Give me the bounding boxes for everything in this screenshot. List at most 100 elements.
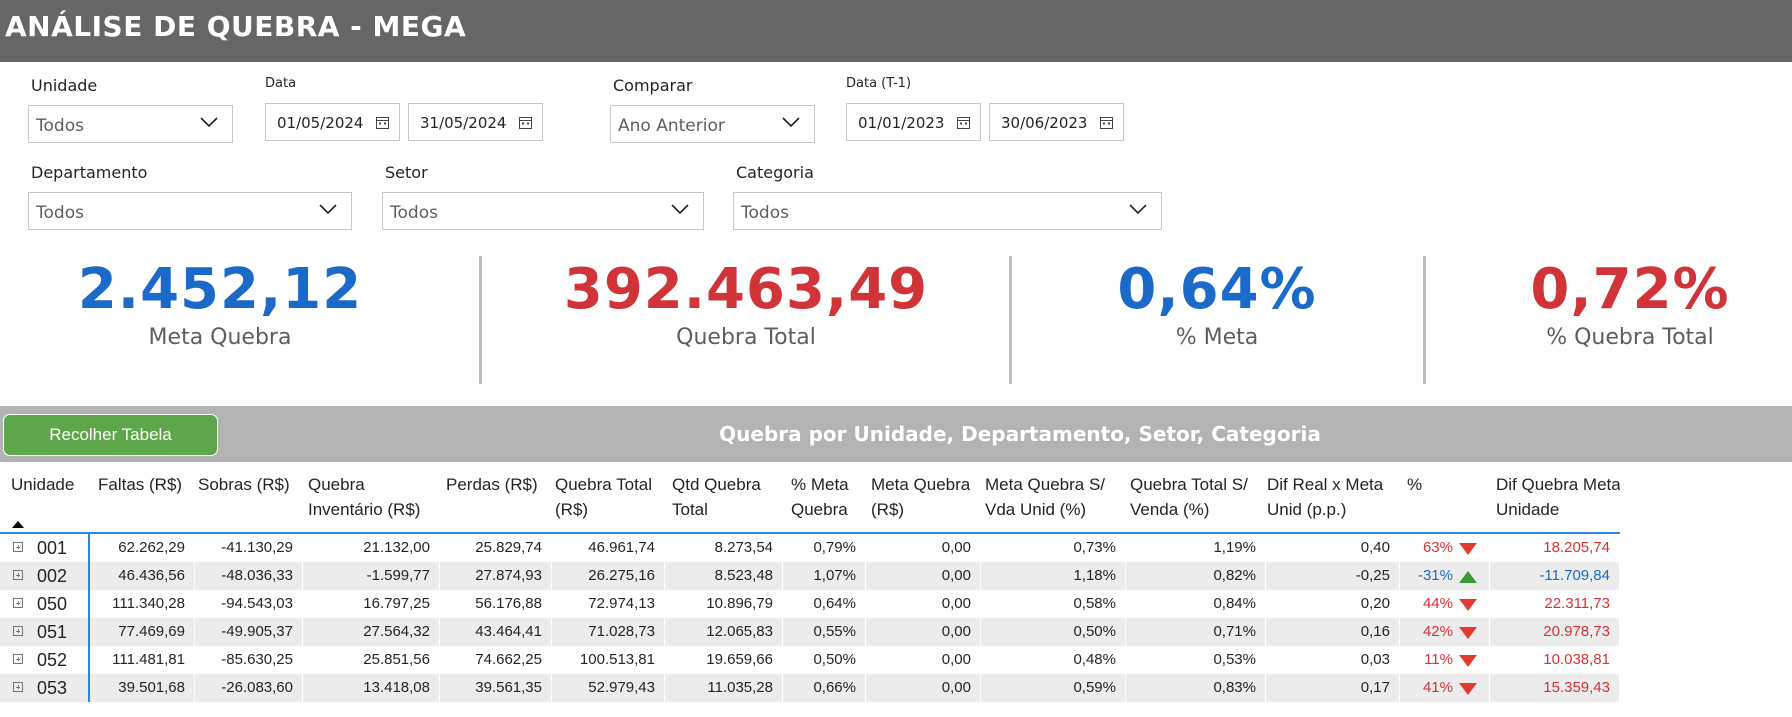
expand-row-icon[interactable]: [13, 598, 23, 608]
perdas-cell: 74.662,25: [440, 646, 552, 674]
unidade-label: Unidade: [31, 76, 98, 95]
column-header[interactable]: Quebra Inventário (R$): [308, 472, 438, 522]
unidade-select[interactable]: Todos: [28, 105, 233, 143]
table-row[interactable]: 002 46.436,56 -48.036,33 -1.599,77 27.874,93…: [0, 562, 1620, 590]
column-header[interactable]: Qtd Quebra Total: [672, 472, 772, 522]
chevron-down-icon: [319, 204, 337, 215]
kpi-divider: [479, 256, 482, 384]
dif-pp-cell: -0,25: [1266, 562, 1400, 590]
collapse-table-button[interactable]: Recolher Tabela: [3, 414, 218, 456]
column-header[interactable]: Sobras (R$): [198, 472, 303, 497]
table-row[interactable]: 051 77.469,69 -49.905,37 27.564,32 43.464,41…: [0, 618, 1620, 646]
expand-row-icon[interactable]: [13, 682, 23, 692]
triangle-down-icon: [1459, 627, 1477, 639]
qtd-cell: 19.659,66: [665, 646, 783, 674]
kpi-pct-quebra-total-label: % Quebra Total: [1546, 325, 1714, 350]
data-table: Unidade Faltas (R$) Sobras (R$) Quebra I…: [0, 462, 1620, 717]
meta-vda-cell: 0,59%: [981, 674, 1126, 702]
pct-meta-cell: 0,55%: [783, 618, 866, 646]
data-start-input[interactable]: 01/05/2024: [265, 103, 400, 141]
column-header[interactable]: %: [1407, 472, 1447, 497]
data-t1-start-input[interactable]: 01/01/2023: [846, 103, 981, 141]
dif-meta-cell: 18.205,74: [1490, 534, 1620, 562]
pct-meta-cell: 0,50%: [783, 646, 866, 674]
categoria-select[interactable]: Todos: [733, 192, 1162, 230]
kpi-quebra-total-label: Quebra Total: [676, 325, 816, 350]
pct-meta-cell: 0,79%: [783, 534, 866, 562]
data-t1-end-value: 30/06/2023: [1001, 114, 1088, 132]
sobras-cell: -48.036,33: [195, 562, 303, 590]
dif-pp-cell: 0,17: [1266, 674, 1400, 702]
unidade-cell: 052: [0, 646, 90, 674]
faltas-cell: 111.481,81: [90, 646, 195, 674]
sobras-cell: -49.905,37: [195, 618, 303, 646]
pct-value: 42%: [1422, 623, 1453, 640]
departamento-select[interactable]: Todos: [28, 192, 352, 230]
quebra-total-cell: 71.028,73: [552, 618, 665, 646]
unidade-select-value: Todos: [36, 116, 84, 136]
inventario-cell: 27.564,32: [303, 618, 440, 646]
column-header[interactable]: Perdas (R$): [446, 472, 546, 497]
dif-meta-cell: 10.038,81: [1490, 646, 1620, 674]
kpi-pct-meta-label: % Meta: [1175, 325, 1259, 350]
column-header[interactable]: Dif Quebra Meta Unidade: [1496, 472, 1620, 522]
unidade-code: 052: [37, 650, 68, 670]
unidade-cell: 051: [0, 618, 90, 646]
quebra-total-cell: 100.513,81: [552, 646, 665, 674]
data-label: Data: [265, 76, 297, 91]
sort-ascending-icon[interactable]: [12, 521, 24, 528]
quebra-total-cell: 26.275,16: [552, 562, 665, 590]
expand-row-icon[interactable]: [13, 626, 23, 636]
pct-cell: -31%: [1400, 562, 1490, 590]
column-header[interactable]: Meta Quebra (R$): [871, 472, 981, 522]
pct-meta-cell: 0,66%: [783, 674, 866, 702]
setor-select-value: Todos: [390, 203, 438, 223]
comparar-select[interactable]: Ano Anterior: [610, 105, 815, 143]
data-end-value: 31/05/2024: [420, 114, 507, 132]
kpi-quebra-total-value: 392.463,49: [563, 257, 929, 322]
perdas-cell: 27.874,93: [440, 562, 552, 590]
comparar-label: Comparar: [613, 76, 693, 95]
faltas-cell: 46.436,56: [90, 562, 195, 590]
expand-row-icon[interactable]: [13, 654, 23, 664]
expand-row-icon[interactable]: [13, 570, 23, 580]
table-row[interactable]: 052 111.481,81 -85.630,25 25.851,56 74.662,2…: [0, 646, 1620, 674]
data-start-value: 01/05/2024: [277, 114, 364, 132]
perdas-cell: 39.561,35: [440, 674, 552, 702]
calendar-icon: [957, 117, 970, 129]
kpi-pct-meta-value: 0,64%: [1117, 257, 1317, 322]
triangle-down-icon: [1459, 655, 1477, 667]
table-row[interactable]: 001 62.262,29 -41.130,29 21.132,00 25.829,74…: [0, 534, 1620, 562]
table-row[interactable]: 050 111.340,28 -94.543,03 16.797,25 56.176,8…: [0, 590, 1620, 618]
chevron-down-icon: [782, 117, 800, 128]
table-row[interactable]: 053 39.501,68 -26.083,60 13.418,08 39.561,35…: [0, 674, 1620, 702]
unidade-cell: 053: [0, 674, 90, 702]
qtd-cell: 10.896,79: [665, 590, 783, 618]
column-header[interactable]: Dif Real x Meta Unid (p.p.): [1267, 472, 1397, 522]
departamento-select-value: Todos: [36, 203, 84, 223]
data-t1-end-input[interactable]: 30/06/2023: [989, 103, 1124, 141]
dif-pp-cell: 0,20: [1266, 590, 1400, 618]
unidade-code: 001: [37, 538, 68, 558]
total-venda-cell: 0,84%: [1126, 590, 1266, 618]
column-header[interactable]: Faltas (R$): [98, 472, 194, 497]
categoria-label: Categoria: [736, 163, 814, 182]
triangle-down-icon: [1459, 683, 1477, 695]
data-end-input[interactable]: 31/05/2024: [408, 103, 543, 141]
quebra-total-cell: 46.961,74: [552, 534, 665, 562]
total-venda-cell: 0,82%: [1126, 562, 1266, 590]
chevron-down-icon: [671, 204, 689, 215]
column-header[interactable]: % Meta Quebra: [791, 472, 861, 522]
sobras-cell: -41.130,29: [195, 534, 303, 562]
setor-select[interactable]: Todos: [382, 192, 704, 230]
column-header[interactable]: Unidade: [11, 472, 91, 497]
column-header[interactable]: Quebra Total S/ Venda (%): [1130, 472, 1260, 522]
triangle-down-icon: [1459, 599, 1477, 611]
pct-cell: 11%: [1400, 646, 1490, 674]
expand-row-icon[interactable]: [13, 542, 23, 552]
inventario-cell: 16.797,25: [303, 590, 440, 618]
meta-vda-cell: 0,58%: [981, 590, 1126, 618]
column-header[interactable]: Quebra Total (R$): [555, 472, 655, 522]
column-header[interactable]: Meta Quebra S/ Vda Unid (%): [985, 472, 1125, 522]
dif-pp-cell: 0,16: [1266, 618, 1400, 646]
